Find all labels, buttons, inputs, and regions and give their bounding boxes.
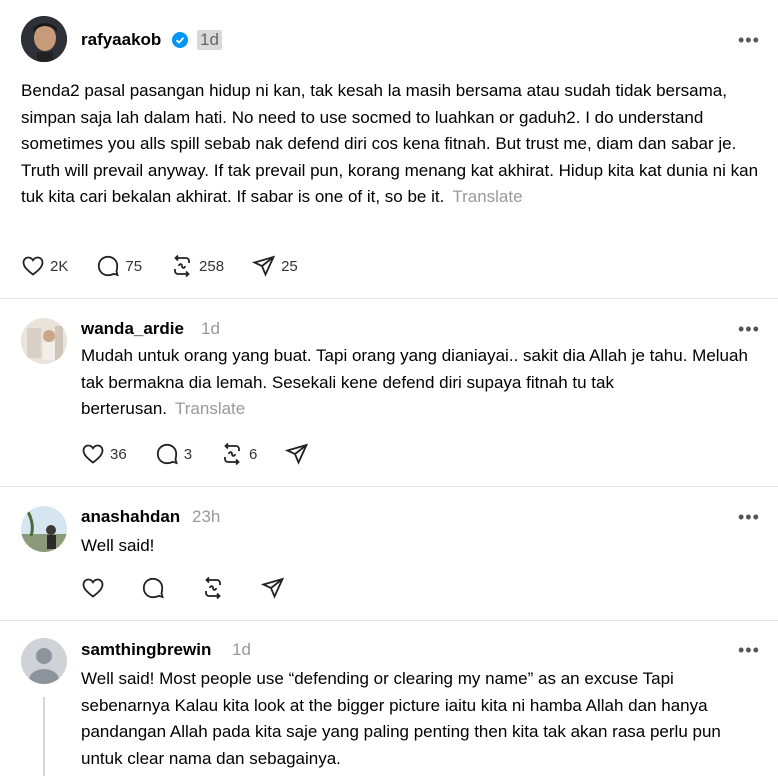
repost-icon — [205, 576, 221, 600]
username[interactable]: samthingbrewin — [81, 640, 211, 660]
more-options-icon[interactable]: ••• — [738, 507, 760, 528]
send-icon — [252, 255, 276, 277]
repost-icon — [224, 442, 240, 466]
more-options-icon[interactable]: ••• — [738, 319, 760, 340]
reply-anashahdan: anashahdan 23h ••• Well said! — [0, 487, 778, 620]
heart-icon — [22, 256, 44, 276]
reply-wanda_ardie: wanda_ardie 1d ••• Mudah untuk orang yan… — [0, 299, 778, 486]
post-body: Well said! Most people use “defending or… — [81, 669, 721, 768]
avatar[interactable] — [21, 318, 67, 364]
translate-link[interactable]: Translate — [452, 187, 522, 206]
post-body: Well said! — [81, 536, 155, 555]
repost-button[interactable]: 6 — [220, 442, 257, 466]
avatar[interactable] — [21, 506, 67, 552]
post-actions — [81, 576, 313, 600]
more-options-icon[interactable]: ••• — [738, 30, 760, 51]
post-text: Well said! — [81, 533, 761, 560]
avatar[interactable] — [21, 638, 67, 684]
username[interactable]: wanda_ardie — [81, 319, 184, 339]
comment-icon — [98, 255, 120, 277]
post-rafyaakob: rafyaakob 1d ••• Benda2 pasal pasangan h… — [0, 0, 778, 298]
repost-count: 6 — [249, 445, 258, 463]
post-time[interactable]: 1d — [197, 30, 222, 50]
like-button[interactable]: 2K — [21, 254, 68, 278]
post-time[interactable]: 1d — [232, 640, 251, 660]
post-actions: 36 3 6 — [81, 442, 337, 466]
like-button[interactable]: 36 — [81, 442, 127, 466]
avatar[interactable] — [21, 16, 67, 62]
post-time[interactable]: 1d — [201, 319, 220, 339]
comment-icon — [142, 577, 164, 599]
heart-icon — [82, 444, 104, 464]
reply-samthingbrewin: samthingbrewin 1d ••• Well said! Most pe… — [0, 621, 778, 776]
reply-count: 3 — [183, 445, 193, 463]
repost-button[interactable] — [201, 576, 225, 600]
like-button[interactable] — [81, 576, 105, 600]
translate-link[interactable]: Translate — [175, 399, 245, 418]
username[interactable]: rafyaakob — [81, 30, 161, 50]
share-count: 25 — [281, 257, 298, 275]
reply-button[interactable]: 75 — [96, 254, 142, 278]
comment-icon — [156, 443, 178, 465]
post-body: Benda2 pasal pasangan hidup ni kan, tak … — [21, 81, 759, 206]
username[interactable]: anashahdan — [81, 507, 180, 527]
heart-icon — [82, 578, 104, 598]
share-button[interactable] — [285, 442, 309, 466]
post-text: Benda2 pasal pasangan hidup ni kan, tak … — [21, 78, 761, 211]
repost-icon — [174, 254, 190, 278]
reply-button[interactable] — [141, 576, 165, 600]
post-text: Mudah untuk orang yang buat. Tapi orang … — [81, 343, 761, 423]
send-icon — [285, 443, 309, 465]
reply-count: 75 — [125, 257, 143, 275]
thread-line — [43, 697, 45, 776]
like-count: 36 — [110, 445, 127, 463]
reply-button[interactable]: 3 — [155, 442, 192, 466]
send-icon — [261, 577, 285, 599]
repost-button[interactable]: 258 — [170, 254, 224, 278]
like-count: 2K — [50, 257, 69, 275]
share-button[interactable]: 25 — [252, 254, 298, 278]
post-text: Well said! Most people use “defending or… — [81, 666, 761, 772]
more-options-icon[interactable]: ••• — [738, 640, 760, 661]
verified-badge-icon — [172, 32, 188, 48]
share-button[interactable] — [261, 576, 285, 600]
post-actions: 2K 75 258 25 — [21, 254, 326, 278]
repost-count: 258 — [199, 257, 225, 275]
post-time[interactable]: 23h — [192, 507, 220, 527]
